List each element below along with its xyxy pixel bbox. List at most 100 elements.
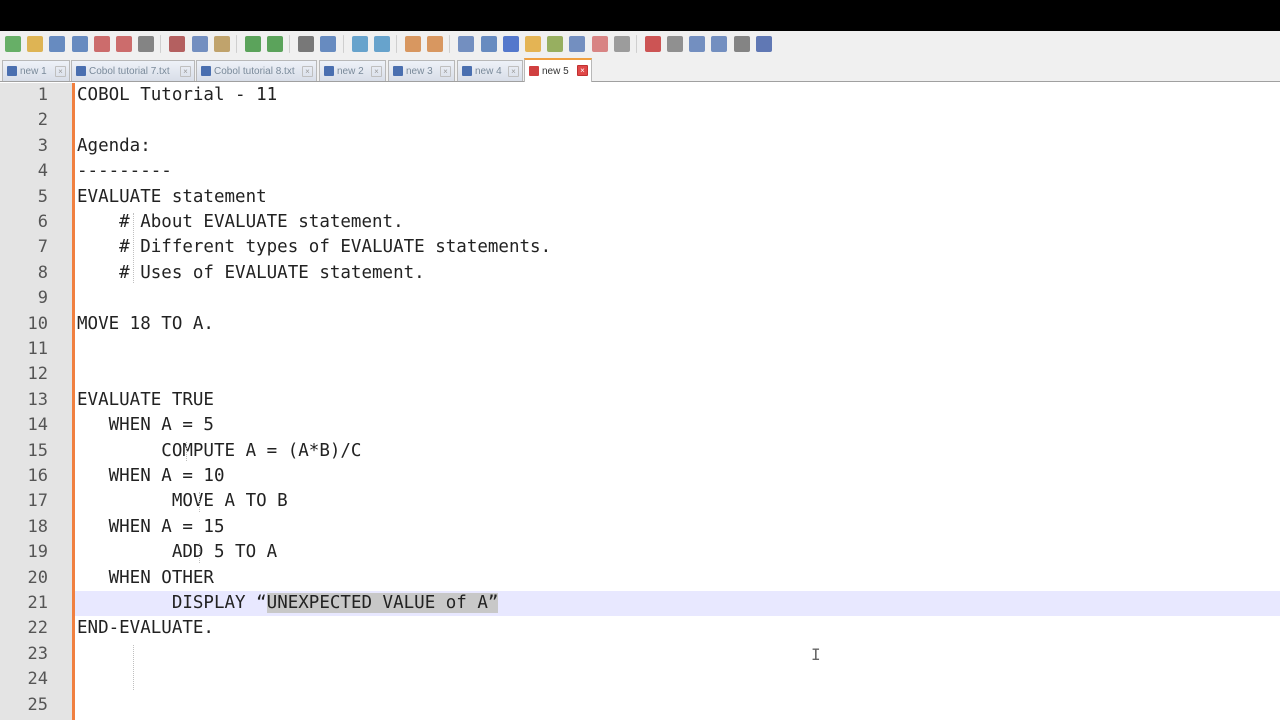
line-number: 18	[27, 516, 48, 537]
save-macro-icon[interactable]	[733, 36, 750, 52]
line-number: 5	[37, 186, 48, 207]
line-number: 24	[27, 669, 48, 690]
line-number: 10	[27, 313, 48, 334]
code-line[interactable]: WHEN A = 5	[77, 413, 214, 438]
function-list-icon[interactable]	[569, 36, 586, 52]
line-number: 17	[27, 491, 48, 512]
code-line[interactable]: Agenda:	[77, 134, 151, 159]
editor-area[interactable]	[75, 83, 1280, 720]
spell-check-icon[interactable]	[755, 36, 772, 52]
line-number: 8	[37, 262, 48, 283]
file-save-state-icon	[462, 66, 472, 76]
close-icon[interactable]	[93, 36, 110, 52]
find-icon[interactable]	[298, 36, 315, 52]
line-number: 22	[27, 618, 48, 639]
doc-map-icon[interactable]	[547, 36, 564, 52]
line-number: 11	[27, 339, 48, 359]
save-icon[interactable]	[49, 36, 66, 52]
open-file-icon[interactable]	[27, 36, 44, 52]
undo-icon[interactable]	[244, 36, 261, 52]
tab-close-icon[interactable]: ×	[180, 66, 191, 77]
zoom-in-icon[interactable]	[351, 36, 368, 52]
replace-icon[interactable]	[320, 36, 337, 52]
tab-new-2[interactable]: new 2 ×	[319, 60, 386, 81]
tab-label: new 5	[542, 65, 569, 77]
indent-guide	[186, 441, 187, 461]
window-titlebar	[0, 0, 1280, 31]
sync-vertical-icon[interactable]	[405, 36, 421, 52]
selected-text: UNEXPECTED VALUE of A”	[266, 593, 499, 613]
toolbar-separator	[635, 35, 637, 53]
zoom-out-icon[interactable]	[373, 36, 390, 52]
folder-workspace-icon[interactable]	[591, 36, 608, 52]
save-all-icon[interactable]	[71, 36, 88, 52]
code-line[interactable]: COBOL Tutorial - 11	[77, 83, 277, 108]
run-macro-multiple-icon[interactable]	[711, 36, 728, 52]
code-line[interactable]: MOVE A TO B	[77, 489, 288, 514]
tab-label: Cobol tutorial 8.txt	[214, 65, 295, 77]
line-number: 20	[27, 567, 48, 588]
tab-cobol-tutorial-7-txt[interactable]: Cobol tutorial 7.txt ×	[71, 60, 195, 81]
print-icon[interactable]	[138, 36, 155, 52]
copy-icon[interactable]	[191, 36, 208, 52]
tab-close-icon[interactable]: ×	[440, 66, 451, 77]
tab-label: new 1	[20, 65, 47, 77]
indent-guide-icon[interactable]	[502, 36, 519, 52]
tab-label: new 3	[406, 65, 433, 77]
sync-horizontal-icon[interactable]	[427, 36, 444, 52]
show-all-chars-icon[interactable]	[480, 36, 497, 52]
code-line[interactable]: WHEN A = 15	[77, 515, 225, 540]
indent-guide	[199, 543, 200, 563]
tab-new-4[interactable]: new 4 ×	[457, 60, 523, 81]
code-line[interactable]: # Uses of EVALUATE statement.	[77, 261, 425, 286]
code-line[interactable]: # About EVALUATE statement.	[77, 210, 403, 235]
redo-icon[interactable]	[267, 36, 284, 52]
tab-close-icon[interactable]: ×	[371, 66, 382, 77]
code-line[interactable]: WHEN OTHER	[77, 566, 214, 591]
word-wrap-icon[interactable]	[458, 36, 475, 52]
indent-guide	[133, 644, 134, 690]
line-number: 21	[27, 593, 48, 613]
tab-new-3[interactable]: new 3 ×	[388, 60, 455, 81]
line-number: 9	[37, 288, 48, 309]
code-line[interactable]: EVALUATE TRUE	[77, 388, 214, 413]
tab-new-1[interactable]: new 1 ×	[2, 60, 70, 81]
tab-new-5[interactable]: new 5 ×	[524, 58, 592, 82]
code-line[interactable]: # Different types of EVALUATE statements…	[77, 235, 551, 260]
tab-cobol-tutorial-8-txt[interactable]: Cobol tutorial 8.txt ×	[196, 60, 317, 81]
file-save-state-icon	[7, 66, 17, 76]
file-save-state-icon	[201, 66, 211, 76]
new-file-icon[interactable]	[5, 36, 21, 52]
code-line[interactable]: ---------	[77, 159, 172, 184]
code-line[interactable]: WHEN A = 10	[77, 464, 225, 489]
code-line[interactable]: MOVE 18 TO A.	[77, 312, 214, 337]
indent-guide	[199, 492, 200, 512]
toolbar-separator	[160, 35, 162, 53]
code-line[interactable]: DISPLAY “UNEXPECTED VALUE of A”	[77, 591, 499, 616]
tab-label: new 4	[475, 65, 502, 77]
file-save-state-icon	[393, 66, 403, 76]
toolbar-separator	[289, 35, 291, 53]
play-macro-icon[interactable]	[689, 36, 706, 52]
tab-close-icon[interactable]: ×	[55, 66, 66, 77]
tab-close-icon[interactable]: ×	[577, 65, 588, 76]
toolbar-separator	[342, 35, 344, 53]
code-line[interactable]: EVALUATE statement	[77, 185, 267, 210]
stop-macro-icon[interactable]	[667, 36, 684, 52]
mouse-ibeam-cursor-icon: I	[811, 645, 821, 664]
tab-close-icon[interactable]: ×	[508, 66, 519, 77]
code-line[interactable]: COMPUTE A = (A*B)/C	[77, 439, 361, 464]
code-text: DISPLAY “	[77, 593, 267, 613]
monitoring-icon[interactable]	[613, 36, 630, 52]
tab-close-icon[interactable]: ×	[302, 66, 313, 77]
paste-icon[interactable]	[213, 36, 230, 52]
cut-icon[interactable]	[169, 36, 186, 52]
code-line[interactable]: END-EVALUATE.	[77, 616, 214, 641]
line-number: 13	[27, 389, 48, 410]
code-line[interactable]: ADD 5 TO A	[77, 540, 277, 565]
user-lang-icon[interactable]	[524, 36, 541, 52]
record-macro-icon[interactable]	[644, 36, 661, 52]
close-all-icon[interactable]	[115, 36, 132, 52]
toolbar-separator	[235, 35, 237, 53]
line-number: 2	[37, 110, 48, 131]
